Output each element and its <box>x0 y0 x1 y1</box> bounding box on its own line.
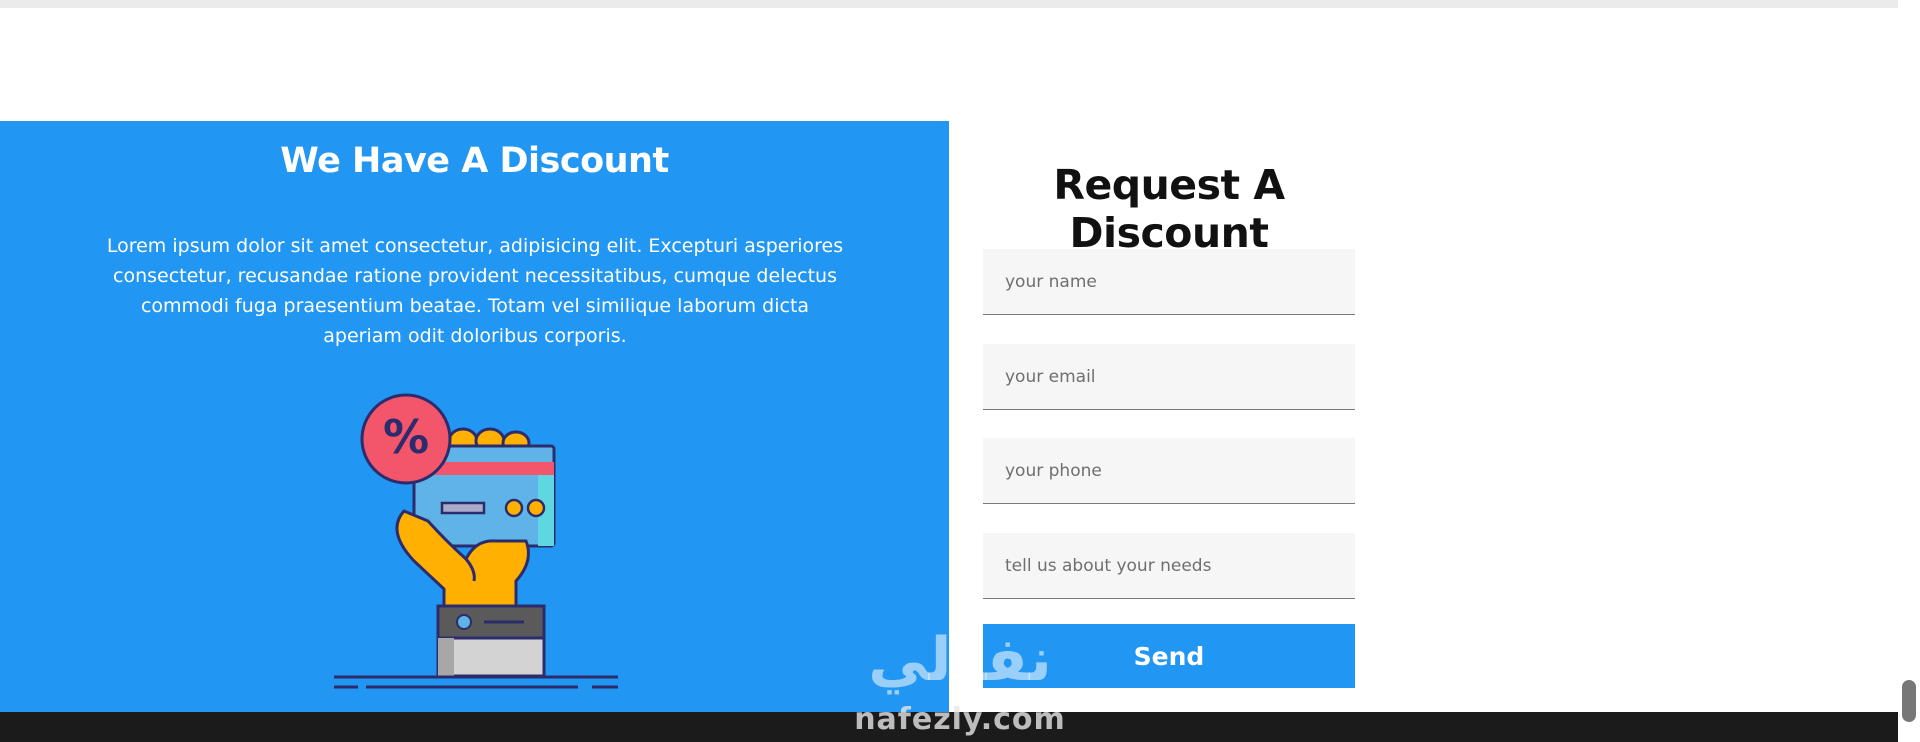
discount-description: Lorem ipsum dolor sit amet consectetur, … <box>106 235 844 347</box>
scrollbar-thumb[interactable] <box>1902 680 1916 722</box>
send-button[interactable]: Send <box>983 624 1355 688</box>
needs-input[interactable] <box>983 533 1355 599</box>
phone-input[interactable] <box>983 438 1355 504</box>
discount-badge-symbol: % <box>383 410 429 464</box>
discount-panel: We Have A Discount Lorem ipsum dolor sit… <box>0 121 949 712</box>
form-title: Request A Discount <box>1053 161 1285 257</box>
hand-holding-discount-card-icon: % <box>334 393 618 689</box>
top-page-strip <box>0 0 1898 8</box>
discount-request-form: Request A Discount Send <box>949 121 1898 712</box>
scrollbar-track[interactable] <box>1898 0 1920 742</box>
footer-bar <box>0 712 1898 742</box>
discount-title: We Have A Discount <box>280 141 669 181</box>
page-spacer <box>0 8 1898 120</box>
name-input[interactable] <box>983 249 1355 315</box>
email-input[interactable] <box>983 344 1355 410</box>
